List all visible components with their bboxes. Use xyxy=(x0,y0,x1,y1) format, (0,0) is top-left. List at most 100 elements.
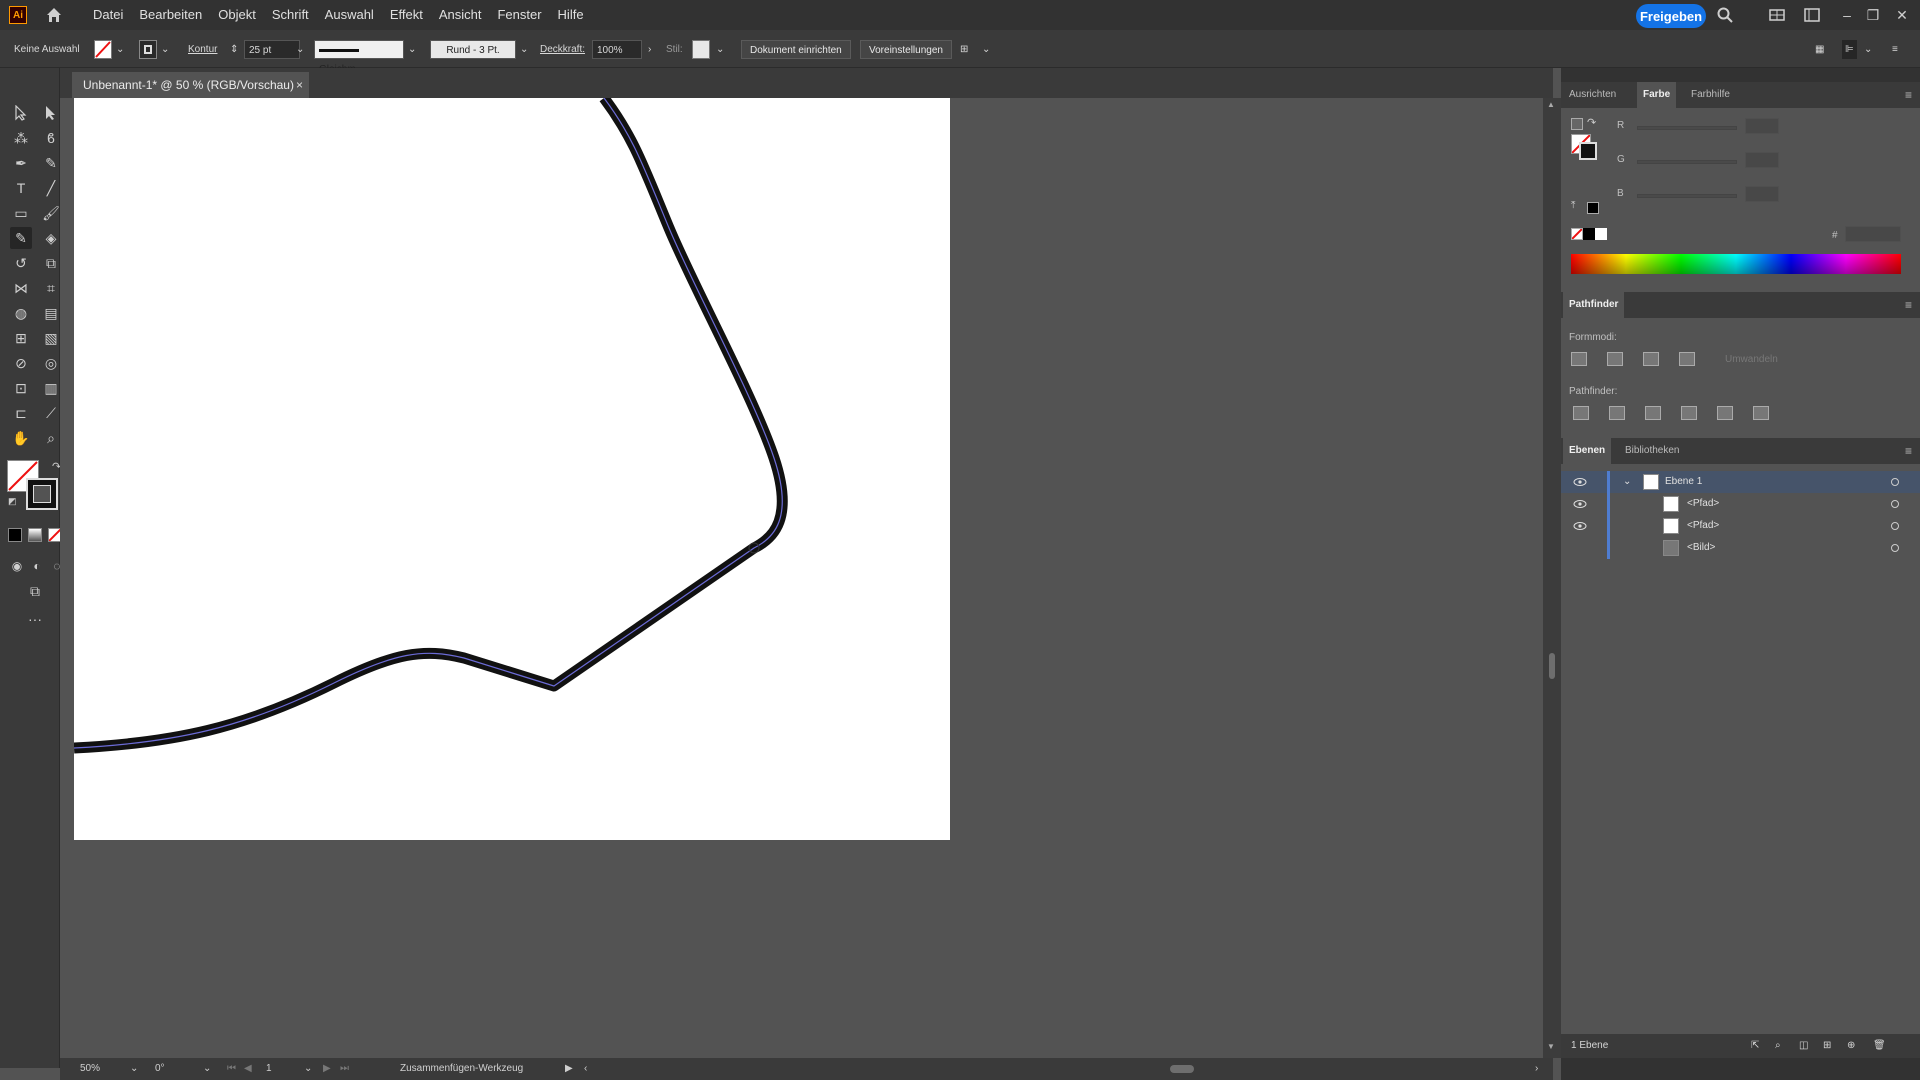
blend-tool-icon[interactable]: ◎ xyxy=(40,352,62,374)
minimize-icon[interactable]: – xyxy=(1838,6,1856,24)
hscroll-right-icon[interactable]: › xyxy=(1535,1058,1538,1080)
eyedropper-tool-icon[interactable]: ⊘ xyxy=(10,352,32,374)
status-menu-icon[interactable]: ▶ xyxy=(565,1058,573,1080)
new-sublayer-icon[interactable]: ⊞ xyxy=(1823,1034,1831,1058)
black-swatch[interactable] xyxy=(1587,202,1599,214)
zoom-level[interactable]: 50% xyxy=(80,1058,100,1080)
first-artboard-icon[interactable]: ⏮ xyxy=(227,1058,236,1080)
rectangle-tool-icon[interactable]: ▭ xyxy=(10,202,32,224)
artboard-tool-icon[interactable]: ⊏ xyxy=(10,402,32,424)
artwork[interactable] xyxy=(73,98,950,840)
stroke-swatch[interactable] xyxy=(139,40,157,59)
path-stroke[interactable] xyxy=(73,98,788,754)
channel-g-slider[interactable] xyxy=(1637,160,1737,164)
expand-layer-icon[interactable]: ⌄ xyxy=(1623,471,1631,493)
menu-schrift[interactable]: Schrift xyxy=(264,0,317,30)
close-tab-icon[interactable]: × xyxy=(296,72,303,98)
pen-tool-icon[interactable]: ✒ xyxy=(10,152,32,174)
layer-name[interactable]: <Bild> xyxy=(1687,537,1715,559)
divide-icon[interactable] xyxy=(1573,406,1589,420)
menu-bearbeiten[interactable]: Bearbeiten xyxy=(131,0,210,30)
artboard-dropdown-icon[interactable]: ⌄ xyxy=(304,1058,312,1080)
preferences-button[interactable]: Voreinstellungen xyxy=(860,40,952,59)
minus-front-icon[interactable] xyxy=(1607,352,1623,366)
brush-dropdown-icon[interactable]: ⌄ xyxy=(520,40,528,59)
opacity-expand-icon[interactable]: › xyxy=(648,40,651,59)
share-button[interactable]: Freigeben xyxy=(1636,4,1706,28)
stroke-label[interactable]: Kontur xyxy=(188,40,217,59)
visibility-eye-icon[interactable] xyxy=(1573,475,1587,489)
shape-builder-tool-icon[interactable]: ◍ xyxy=(10,302,32,324)
opacity-input[interactable]: 100% xyxy=(592,40,642,59)
tab-ebenen[interactable]: Ebenen xyxy=(1563,438,1612,464)
rotation-value[interactable]: 0° xyxy=(155,1058,165,1080)
curvature-tool-icon[interactable]: ✎ xyxy=(40,152,62,174)
slice-tool-icon[interactable]: ⟋ xyxy=(40,402,62,424)
layers-menu-icon[interactable]: ≡ xyxy=(1905,444,1912,458)
stroke-profile-select[interactable]: Gleichm. xyxy=(314,40,404,75)
tab-farbhilfe[interactable]: Farbhilfe xyxy=(1685,82,1736,108)
stroke-color-box[interactable] xyxy=(26,478,58,510)
perspective-grid-tool-icon[interactable]: ▤ xyxy=(40,302,62,324)
zoom-tool-icon[interactable]: ⌕ xyxy=(40,427,62,449)
hand-tool-icon[interactable]: ✋ xyxy=(10,427,32,449)
channel-b-slider[interactable] xyxy=(1637,194,1737,198)
zoom-dropdown-icon[interactable]: ⌄ xyxy=(130,1058,138,1080)
color-mode-icon[interactable] xyxy=(8,528,22,542)
menu-datei[interactable]: Datei xyxy=(85,0,131,30)
unite-icon[interactable] xyxy=(1571,352,1587,366)
close-window-icon[interactable]: ✕ xyxy=(1893,6,1911,24)
outline-icon[interactable] xyxy=(1717,406,1733,420)
none-color-swatch[interactable] xyxy=(1571,228,1583,240)
layer-name[interactable]: <Pfad> xyxy=(1687,515,1719,537)
edit-toolbar-icon[interactable]: ··· xyxy=(24,608,46,630)
draw-behind-icon[interactable]: ◐ xyxy=(26,555,48,577)
gradient-tool-icon[interactable]: ▧ xyxy=(40,327,62,349)
swap-colors-icon[interactable]: ↷ xyxy=(1587,116,1596,129)
delete-layer-icon[interactable]: 🗑 xyxy=(1873,1034,1886,1058)
arrange-documents-icon[interactable] xyxy=(1768,6,1786,24)
style-swatch[interactable] xyxy=(692,40,710,59)
locate-object-icon[interactable]: ⌕ xyxy=(1775,1034,1781,1058)
color-panel-menu-icon[interactable]: ≡ xyxy=(1905,88,1912,102)
selection-tool-icon[interactable] xyxy=(10,102,32,124)
menu-auswahl[interactable]: Auswahl xyxy=(317,0,382,30)
join-tool-icon[interactable]: ✎ xyxy=(10,227,32,249)
document-setup-button[interactable]: Dokument einrichten xyxy=(741,40,851,59)
fill-swatch[interactable] xyxy=(94,40,112,59)
stroke-stepper-icon[interactable]: ⇕ xyxy=(230,40,238,59)
color-mode-toggle-icon[interactable] xyxy=(1571,118,1583,130)
white-color-swatch[interactable] xyxy=(1595,228,1607,240)
properties-toggle-icon[interactable]: ⊫ xyxy=(1842,40,1857,59)
stroke-weight-input[interactable]: 25 pt xyxy=(244,40,300,59)
channel-b-input[interactable] xyxy=(1745,186,1779,202)
merge-icon[interactable] xyxy=(1645,406,1661,420)
next-artboard-icon[interactable]: ▶ xyxy=(323,1058,331,1080)
menu-effekt[interactable]: Effekt xyxy=(382,0,431,30)
symbol-sprayer-tool-icon[interactable]: ⊡ xyxy=(10,377,32,399)
scroll-up-icon[interactable]: ▲ xyxy=(1547,100,1555,109)
last-artboard-icon[interactable]: ⏭ xyxy=(340,1058,349,1080)
free-transform-tool-icon[interactable]: ⌗ xyxy=(40,277,62,299)
out-of-gamut-icon[interactable]: ⤒ xyxy=(1571,200,1575,211)
clipping-mask-icon[interactable]: ◫ xyxy=(1799,1034,1808,1058)
stroke-profile-dropdown-icon[interactable]: ⌄ xyxy=(408,40,416,59)
default-colors-icon[interactable]: ◩ xyxy=(8,496,17,507)
paintbrush-tool-icon[interactable]: 🖌 xyxy=(40,202,62,224)
stroke-weight-dropdown-icon[interactable]: ⌄ xyxy=(296,40,304,59)
channel-g-input[interactable] xyxy=(1745,152,1779,168)
type-tool-icon[interactable]: T xyxy=(10,177,32,199)
menu-ansicht[interactable]: Ansicht xyxy=(431,0,490,30)
panel-menu-icon[interactable]: ≡ xyxy=(1892,40,1898,59)
channel-r-input[interactable] xyxy=(1745,118,1779,134)
menu-fenster[interactable]: Fenster xyxy=(489,0,549,30)
home-icon[interactable] xyxy=(45,6,63,24)
layer-row[interactable]: <Bild> xyxy=(1561,537,1920,559)
align-options-dropdown-icon[interactable]: ⌄ xyxy=(982,40,990,59)
lasso-tool-icon[interactable]: ϐ xyxy=(40,127,62,149)
color-spectrum-bar[interactable] xyxy=(1571,254,1901,274)
intersect-icon[interactable] xyxy=(1643,352,1659,366)
new-layer-icon[interactable]: ⊕ xyxy=(1847,1034,1855,1058)
artboard[interactable] xyxy=(73,98,950,840)
artboard-number[interactable]: 1 xyxy=(266,1058,272,1080)
